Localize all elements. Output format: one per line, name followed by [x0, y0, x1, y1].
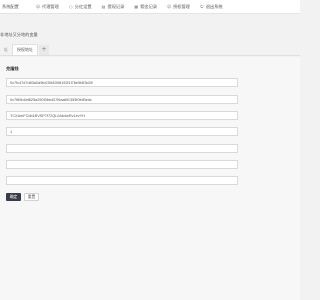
nav-item-logout[interactable]: ⏻ 退出系统 — [195, 0, 228, 14]
address-field-7[interactable] — [6, 176, 238, 185]
nav-label: 提现记录 — [107, 3, 125, 9]
address-field-1[interactable] — [6, 78, 238, 87]
user-icon: ☺ — [36, 3, 41, 9]
nav-label: 授权管理 — [173, 3, 190, 9]
reset-button[interactable]: 重置 — [24, 193, 39, 201]
brand-title[interactable]: 系统配置 — [0, 0, 31, 14]
address-field-2[interactable] — [6, 95, 238, 104]
page-hint: 非地址又分地的变量 — [0, 32, 38, 37]
address-field-6[interactable] — [6, 160, 238, 169]
nav-item-agent[interactable]: ☺ 代理管理 — [31, 0, 64, 14]
top-navigation: 系统配置 ☺ 代理管理 ○ 分红设置 ▤ 提现记录 ▦ 佣金记录 ☺ 授权管理 … — [0, 0, 300, 14]
tab-bar: 址 授权地址 + — [0, 44, 300, 56]
nav-item-commission[interactable]: ▦ 佣金记录 — [129, 0, 162, 14]
address-field-4[interactable] — [6, 127, 238, 136]
address-field-3[interactable] — [6, 111, 238, 120]
grid-icon: ▦ — [134, 3, 139, 9]
tab-authorized-address[interactable]: 授权地址 — [12, 44, 38, 55]
nav-label: 代理管理 — [42, 3, 59, 9]
address-field-5[interactable] — [6, 144, 238, 153]
nav-label: 佣金记录 — [140, 3, 158, 9]
nav-item-dividend[interactable]: ○ 分红设置 — [64, 0, 97, 14]
form-panel: 克隆钱 确定 重置 — [0, 57, 300, 300]
section-title: 克隆钱 — [6, 66, 19, 71]
tab-address[interactable]: 址 — [0, 45, 12, 55]
nav-label: 分红设置 — [74, 3, 92, 9]
add-tab-button[interactable]: + — [39, 45, 49, 55]
power-icon: ⏻ — [200, 3, 204, 9]
confirm-button[interactable]: 确定 — [6, 193, 21, 201]
document-icon: ▤ — [101, 3, 106, 9]
nav-item-authorization[interactable]: ☺ 授权管理 — [162, 0, 195, 14]
nav-label: 退出系统 — [205, 3, 223, 9]
circle-icon: ○ — [69, 3, 73, 9]
user-icon: ☺ — [167, 3, 172, 9]
nav-item-withdraw[interactable]: ▤ 提现记录 — [97, 0, 130, 14]
